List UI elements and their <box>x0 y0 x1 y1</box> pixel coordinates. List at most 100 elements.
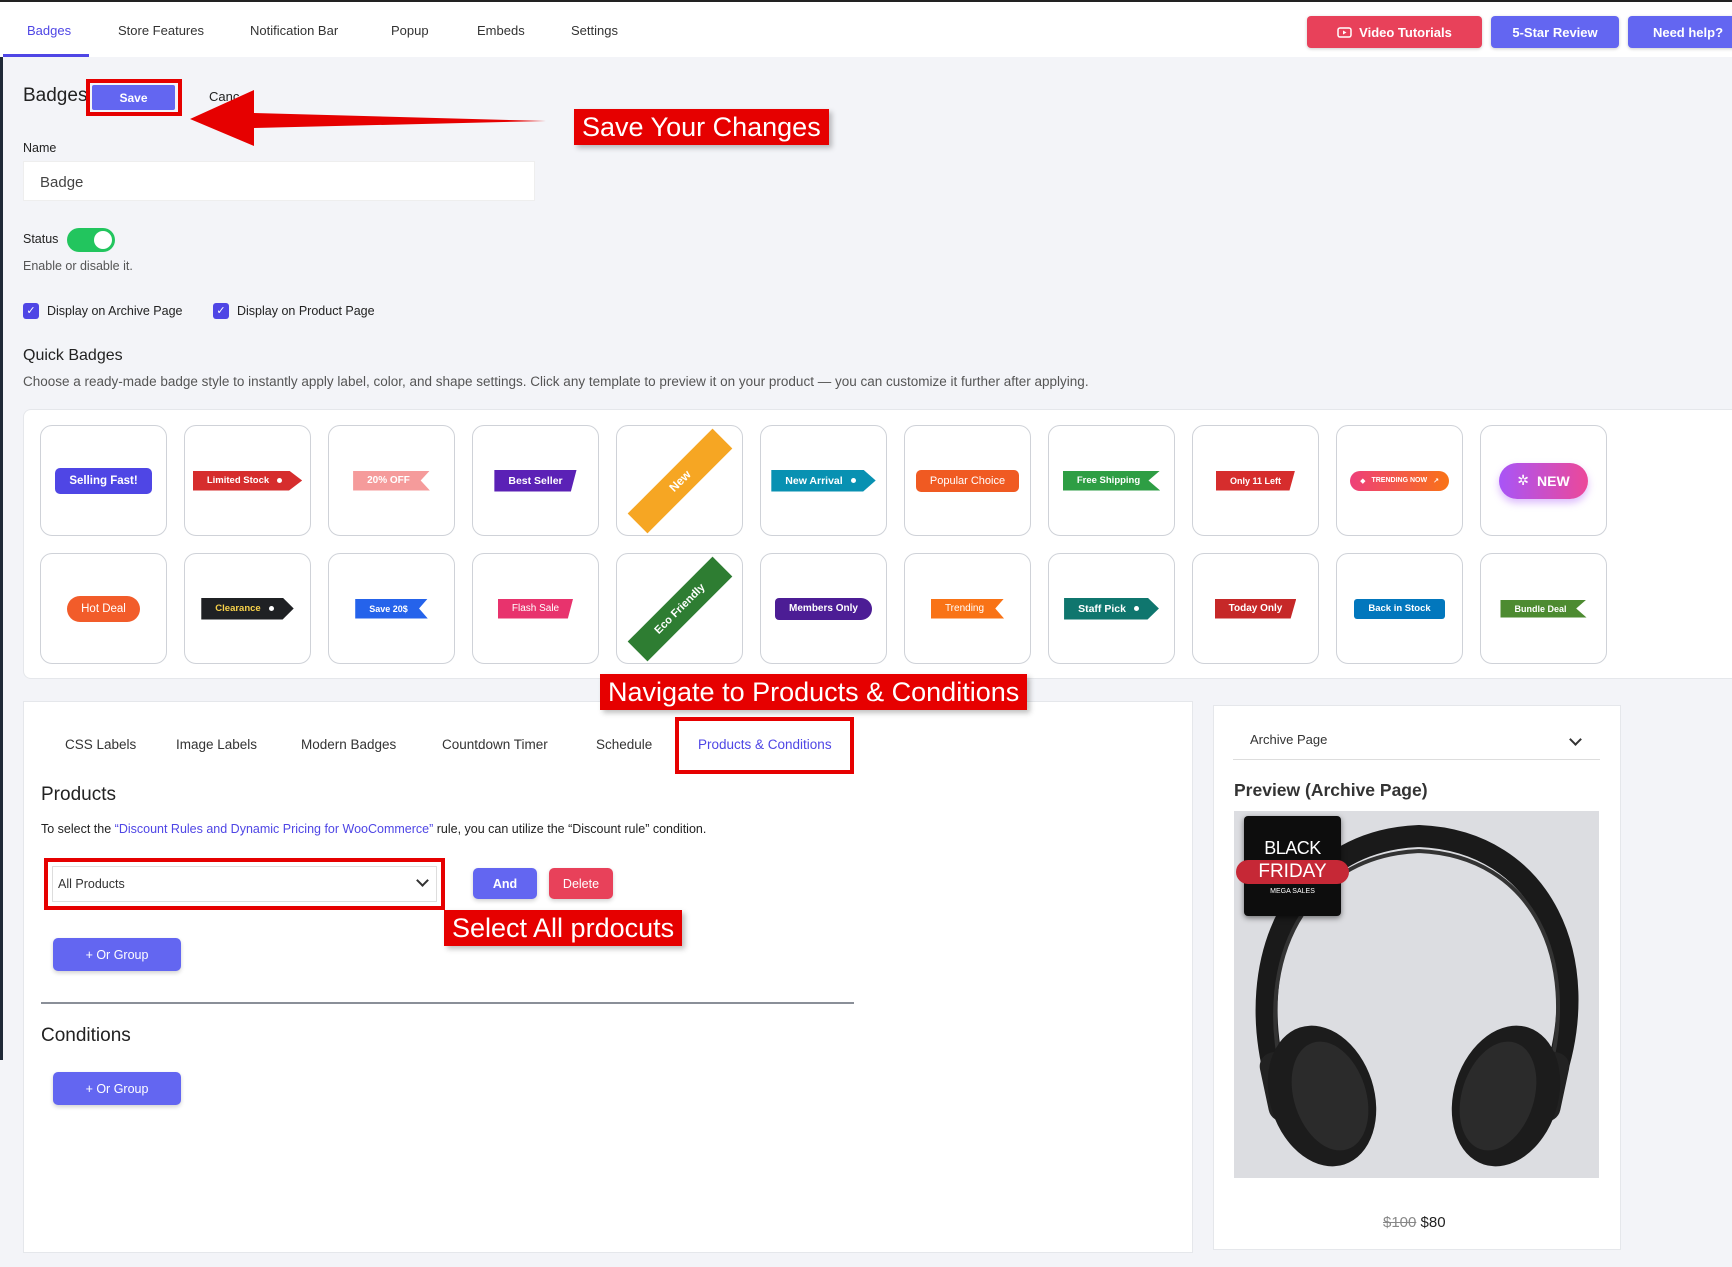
quick-badge-card[interactable]: Selling Fast! <box>40 425 167 536</box>
quick-badge-card[interactable]: Limited Stock <box>184 425 311 536</box>
product-image: BLACK FRIDAY MEGA SALES <box>1234 811 1599 1178</box>
quick-badges-description: Choose a ready-made badge style to insta… <box>23 374 1089 389</box>
badge-staff-pick: Staff Pick <box>1064 597 1159 620</box>
badge-line-friday: FRIDAY <box>1236 860 1349 884</box>
badge-popular-choice: Popular Choice <box>915 469 1020 492</box>
badge-hot-deal: Hot Deal <box>67 595 140 622</box>
badge-save-20: Save 20$ <box>355 598 428 619</box>
need-help-button[interactable]: Need help? <box>1628 16 1732 48</box>
quick-badge-card[interactable]: Best Seller <box>472 425 599 536</box>
quick-badge-card[interactable]: Eco Friendly <box>616 553 743 664</box>
badge-back-in-stock: Back in Stock <box>1354 598 1445 619</box>
badge-line-mega-sales: MEGA SALES <box>1270 888 1315 895</box>
red-arrow-annotation <box>190 90 546 146</box>
quick-badge-card[interactable]: Today Only <box>1192 553 1319 664</box>
quick-badge-card[interactable]: New Arrival <box>760 425 887 536</box>
badge-line-black: BLACK <box>1264 838 1321 858</box>
five-star-review-button[interactable]: 5-Star Review <box>1491 16 1619 48</box>
old-price: $100 <box>1383 1214 1417 1231</box>
save-button[interactable]: Save <box>92 85 175 110</box>
quick-badge-card[interactable]: Staff Pick <box>1048 553 1175 664</box>
delete-button[interactable]: Delete <box>549 868 613 899</box>
name-label: Name <box>23 141 57 155</box>
quick-badge-card[interactable]: Flash Sale <box>472 553 599 664</box>
product-price: $100 $80 <box>1383 1214 1446 1231</box>
quick-badge-card[interactable]: Members Only <box>760 553 887 664</box>
discount-rules-link[interactable]: “Discount Rules and Dynamic Pricing for … <box>115 822 434 836</box>
badge-only-11-left: Only 11 Left <box>1215 470 1296 491</box>
video-icon <box>1337 26 1352 38</box>
product-page-checkbox[interactable]: ✓ <box>213 303 229 319</box>
badge-eco-friendly-ribbon: Eco Friendly <box>627 556 732 661</box>
preview-page-select-value: Archive Page <box>1250 732 1328 747</box>
select-products-callout: Select All prdocuts <box>444 910 683 946</box>
tab-embeds[interactable]: Embeds <box>477 23 525 38</box>
archive-page-checkbox[interactable]: ✓ <box>23 303 39 319</box>
quick-badge-card[interactable]: Bundle Deal <box>1480 553 1607 664</box>
quick-badge-card[interactable]: Hot Deal <box>40 553 167 664</box>
quick-badge-card[interactable]: Save 20$ <box>328 553 455 664</box>
badge-members-only: Members Only <box>775 597 872 620</box>
products-title: Products <box>41 784 116 805</box>
tab-image-labels[interactable]: Image Labels <box>176 737 257 752</box>
video-tutorials-button[interactable]: Video Tutorials <box>1307 16 1482 48</box>
info-prefix: To select the <box>41 822 115 836</box>
badge-selling-fast: Selling Fast! <box>55 467 152 494</box>
status-toggle[interactable] <box>67 228 115 252</box>
quick-badge-card[interactable]: 20% OFF <box>328 425 455 536</box>
quick-badge-card[interactable]: Trending <box>904 553 1031 664</box>
archive-page-label: Display on Archive Page <box>47 304 183 318</box>
new-price: $80 <box>1420 1214 1446 1231</box>
badge-new-arrival: New Arrival <box>771 469 876 492</box>
badge-best-seller: Best Seller <box>494 469 577 492</box>
quick-badge-card[interactable]: Back in Stock <box>1336 553 1463 664</box>
active-tab-indicator <box>3 54 89 57</box>
status-help-text: Enable or disable it. <box>23 259 133 273</box>
quick-badge-card[interactable]: Only 11 Left <box>1192 425 1319 536</box>
badge-clearance: Clearance <box>201 597 294 620</box>
quick-badges-title: Quick Badges <box>23 347 123 364</box>
black-friday-badge: BLACK FRIDAY MEGA SALES <box>1236 816 1349 916</box>
tab-notification-bar[interactable]: Notification Bar <box>250 23 338 38</box>
conditions-or-group-button[interactable]: + Or Group <box>53 1072 181 1105</box>
section-divider <box>41 1002 854 1004</box>
quick-badge-card[interactable]: Popular Choice <box>904 425 1031 536</box>
top-navigation: Badges Store Features Notification Bar P… <box>0 0 1732 57</box>
tab-store-features[interactable]: Store Features <box>118 23 204 38</box>
tab-schedule[interactable]: Schedule <box>596 737 652 752</box>
tab-countdown-timer[interactable]: Countdown Timer <box>442 737 548 752</box>
page-title: Badges <box>23 85 88 106</box>
tab-popup[interactable]: Popup <box>391 23 429 38</box>
preview-page-select[interactable]: Archive Page <box>1233 722 1600 760</box>
products-tab-highlight-box <box>675 717 854 774</box>
products-info-text: To select the “Discount Rules and Dynami… <box>41 822 706 836</box>
products-or-group-button[interactable]: + Or Group <box>53 938 181 971</box>
badge-settings-panel <box>23 701 1193 1253</box>
left-edge-bar <box>0 57 3 1060</box>
and-button[interactable]: And <box>473 868 537 899</box>
product-page-label: Display on Product Page <box>237 304 375 318</box>
tab-modern-badges[interactable]: Modern Badges <box>301 737 396 752</box>
tab-css-labels[interactable]: CSS Labels <box>65 737 136 752</box>
preview-title: Preview (Archive Page) <box>1234 780 1428 800</box>
quick-badge-card[interactable]: Clearance <box>184 553 311 664</box>
tab-badges[interactable]: Badges <box>27 23 71 38</box>
tab-settings[interactable]: Settings <box>571 23 618 38</box>
badge-trending: Trending <box>930 598 1005 619</box>
quick-badge-card[interactable]: Free Shipping <box>1048 425 1175 536</box>
badge-free-shipping: Free Shipping <box>1062 470 1161 491</box>
sparkle-icon: ✲ <box>1517 472 1530 488</box>
badge-limited-stock: Limited Stock <box>192 470 303 491</box>
chevron-down-icon <box>416 874 429 887</box>
quick-badge-card[interactable]: ✲ NEW <box>1480 425 1607 536</box>
products-select[interactable]: All Products <box>52 866 437 902</box>
conditions-title: Conditions <box>41 1025 131 1046</box>
chevron-down-icon <box>1569 733 1582 746</box>
quick-badge-card[interactable]: New <box>616 425 743 536</box>
badge-20-off: 20% OFF <box>353 470 430 491</box>
save-changes-callout: Save Your Changes <box>574 109 829 145</box>
name-input[interactable]: Badge <box>23 161 535 201</box>
quick-badge-card[interactable]: ◆ TRENDING NOW ↗ <box>1336 425 1463 536</box>
badge-today-only: Today Only <box>1214 598 1297 619</box>
status-label: Status <box>23 232 59 246</box>
